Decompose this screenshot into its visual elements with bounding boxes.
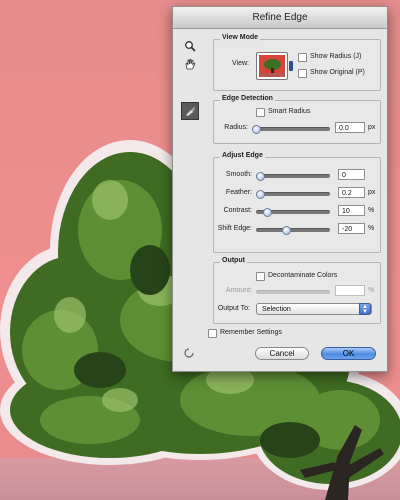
view-thumbnail-picker[interactable] xyxy=(256,52,293,80)
smooth-field[interactable]: 0 xyxy=(338,169,365,180)
feather-slider[interactable] xyxy=(256,190,330,199)
hand-icon[interactable] xyxy=(183,57,197,71)
smart-radius-label: Smart Radius xyxy=(268,108,311,115)
smooth-slider[interactable] xyxy=(256,172,330,181)
contrast-slider-thumb[interactable] xyxy=(263,208,272,217)
edge-detection-group: Edge Detection Smart Radius Radius: 0.0 … xyxy=(213,95,381,144)
amount-label: Amount: xyxy=(225,287,252,294)
shift-edge-label: Shift Edge: xyxy=(217,225,252,232)
ok-button[interactable]: OK xyxy=(321,347,376,360)
adjust-edge-title: Adjust Edge xyxy=(220,152,265,159)
select-arrows-icon: ▲ ▼ xyxy=(359,303,371,315)
amount-slider[interactable] xyxy=(256,290,330,294)
shift-edge-unit: % xyxy=(368,225,375,232)
shift-edge-slider-thumb[interactable] xyxy=(282,226,291,235)
radius-slider-thumb[interactable] xyxy=(252,125,261,134)
feather-slider-thumb[interactable] xyxy=(256,190,265,199)
view-label: View: xyxy=(232,60,249,67)
view-mode-title: View Mode xyxy=(220,34,261,41)
show-original-checkbox[interactable] xyxy=(298,69,307,78)
refine-radius-brush-icon[interactable] xyxy=(181,102,199,120)
output-to-select[interactable]: Selection ▲ ▼ xyxy=(256,303,372,315)
refine-edge-dialog: Refine Edge View Mode View: Show Radius … xyxy=(172,6,388,372)
contrast-unit: % xyxy=(368,207,375,214)
radius-label: Radius: xyxy=(224,124,248,131)
contrast-label: Contrast: xyxy=(223,207,252,214)
smart-radius-checkbox[interactable] xyxy=(256,108,265,117)
shift-edge-slider[interactable] xyxy=(256,226,330,235)
remember-settings-checkbox[interactable] xyxy=(208,329,217,338)
show-radius-checkbox[interactable] xyxy=(298,53,307,62)
output-group: Output Decontaminate Colors Amount: % Ou… xyxy=(213,257,381,324)
decontaminate-colors-label: Decontaminate Colors xyxy=(268,272,338,279)
edge-detection-title: Edge Detection xyxy=(220,95,275,102)
shift-edge-field[interactable]: -20 xyxy=(338,223,365,234)
contrast-field[interactable]: 10 xyxy=(338,205,365,216)
show-original-label: Show Original (P) xyxy=(310,69,365,76)
cancel-button[interactable]: Cancel xyxy=(255,347,309,360)
view-mode-group: View Mode View: Show Radius (J) Show Ori… xyxy=(213,34,381,91)
chevron-down-icon xyxy=(289,61,293,71)
decontaminate-colors-checkbox[interactable] xyxy=(256,272,265,281)
amount-field[interactable] xyxy=(335,285,365,296)
smooth-slider-thumb[interactable] xyxy=(256,172,265,181)
feather-unit: px xyxy=(368,189,376,196)
magnifier-icon[interactable] xyxy=(183,39,197,53)
feather-label: Feather: xyxy=(225,189,252,196)
feather-field[interactable]: 0.2 xyxy=(338,187,365,198)
show-radius-label: Show Radius (J) xyxy=(310,53,362,60)
dialog-title[interactable]: Refine Edge xyxy=(173,7,387,29)
radius-slider[interactable] xyxy=(252,125,330,134)
smooth-label: Smooth: xyxy=(225,171,252,178)
adjust-edge-group: Adjust Edge Smooth: 0 Feather: 0.2 px Co… xyxy=(213,152,381,253)
remember-settings-label: Remember Settings xyxy=(220,329,282,336)
radius-unit: px xyxy=(368,124,376,131)
radius-field[interactable]: 0.0 xyxy=(335,122,365,133)
contrast-slider[interactable] xyxy=(256,208,330,217)
output-to-value: Selection xyxy=(262,306,291,313)
output-title: Output xyxy=(220,257,247,264)
output-to-label: Output To: xyxy=(217,305,250,312)
progress-spinner-icon xyxy=(183,347,195,359)
amount-unit: % xyxy=(368,287,375,294)
view-thumbnail-image xyxy=(259,55,285,77)
